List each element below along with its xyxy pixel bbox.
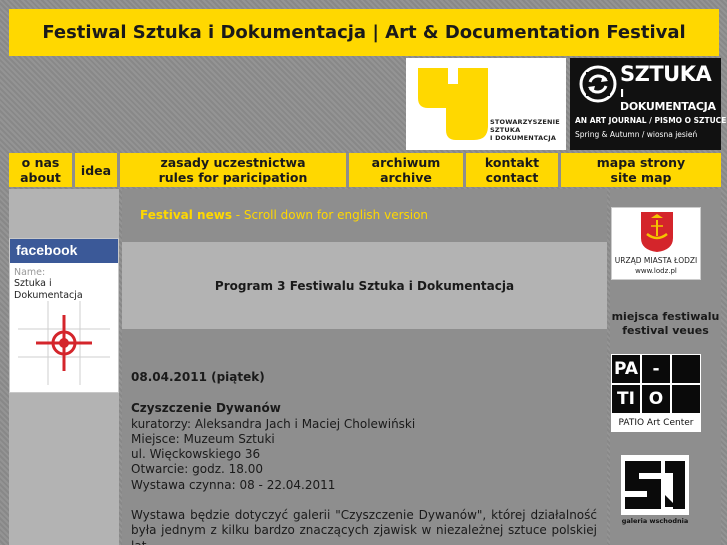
lodz-coat-of-arms-icon [641,212,673,252]
patio-cell [672,385,700,413]
page-title: Festiwal Sztuka i Dokumentacja | Art & D… [9,9,719,56]
nav-about[interactable]: o nas about [9,153,72,187]
patio-cell: - [642,355,670,383]
journal-logo-title2: I DOKUMENTACJA [620,87,716,113]
article-venue: Miejsce: Muzeum Sztuki [131,431,275,446]
program-banner: Program 3 Festiwalu Sztuka i Dokumentacj… [122,242,607,329]
nav-site-map[interactable]: mapa strony site map [561,153,721,187]
journal-logo-seasons: Spring & Autumn / wiosna jesień [575,130,698,139]
patio-caption: PATIO Art Center [618,418,694,428]
facebook-page-name[interactable]: Sztuka i Dokumentacja [10,278,118,302]
stowarzyszenie-logo[interactable]: STOWARZYSZENIE SZTUKA I DOKUMENTACJA [406,58,566,150]
facebook-profile-image[interactable] [18,301,110,385]
patio-cell: O [642,385,670,413]
main-nav: o nas about idea zasady uczestnictwa rul… [9,153,721,187]
journal-logo[interactable]: SZTUKA I DOKUMENTACJA AN ART JOURNAL / P… [570,58,726,150]
lodz-url: www.lodz.pl [635,267,677,275]
festival-news-heading: Festival news - Scroll down for english … [140,208,429,222]
article-address: ul. Więckowskiego 36 [131,447,261,462]
galeria-caption: galeria wschodnia [621,517,689,525]
article-paragraph: Wystawa będzie dotyczyć galerii "Czyszcz… [131,508,597,545]
article-curators: kuratorzy: Aleksandra Jach i Maciej Chol… [131,416,416,431]
journal-logo-tagline: AN ART JOURNAL / PISMO O SZTUCE [575,116,727,125]
lodz-city-logo[interactable]: URZĄD MIASTA ŁODZI www.lodz.pl [611,207,701,280]
facebook-name-label: Name: [14,267,46,278]
patio-art-center-logo[interactable]: PA - TI O PATIO Art Center [611,354,701,432]
article-opening: Otwarcie: godz. 18.00 [131,462,264,477]
galeria-wschodnia-logo[interactable]: galeria wschodnia [621,455,689,527]
journal-logo-title1: SZTUKA [620,62,712,86]
article-date: 08.04.2011 (piątek) [131,370,265,384]
festival-venues-heading: miejsca festiwalu festival veues [611,310,720,337]
article-event-title: Czyszczenie Dywanów [131,401,281,416]
article-dates: Wystawa czynna: 08 - 22.04.2011 [131,477,336,492]
galeria-wschodnia-icon [621,455,689,515]
nav-contact[interactable]: kontakt contact [466,153,558,187]
program-title: Program 3 Festiwalu Sztuka i Dokumentacj… [214,278,515,293]
facebook-widget[interactable]: facebook Name: Sztuka i Dokumentacja [9,238,119,393]
stowarzyszenie-logo-icon [418,68,488,140]
patio-cell [672,355,700,383]
lodz-caption: URZĄD MIASTA ŁODZI [614,256,698,265]
stowarzyszenie-logo-text: STOWARZYSZENIE SZTUKA I DOKUMENTACJA [490,118,560,142]
nav-idea[interactable]: idea [75,153,117,187]
nav-archive[interactable]: archiwum archive [349,153,463,187]
article: 08.04.2011 (piątek) Czyszczenie Dywanów … [131,370,597,545]
patio-letter-grid: PA - TI O [612,355,700,413]
nav-rules[interactable]: zasady uczestnictwa rules for paricipati… [120,153,346,187]
patio-cell: TI [612,385,640,413]
recycle-arrows-icon [579,65,617,103]
patio-cell: PA [612,355,640,383]
facebook-header: facebook [10,239,118,263]
